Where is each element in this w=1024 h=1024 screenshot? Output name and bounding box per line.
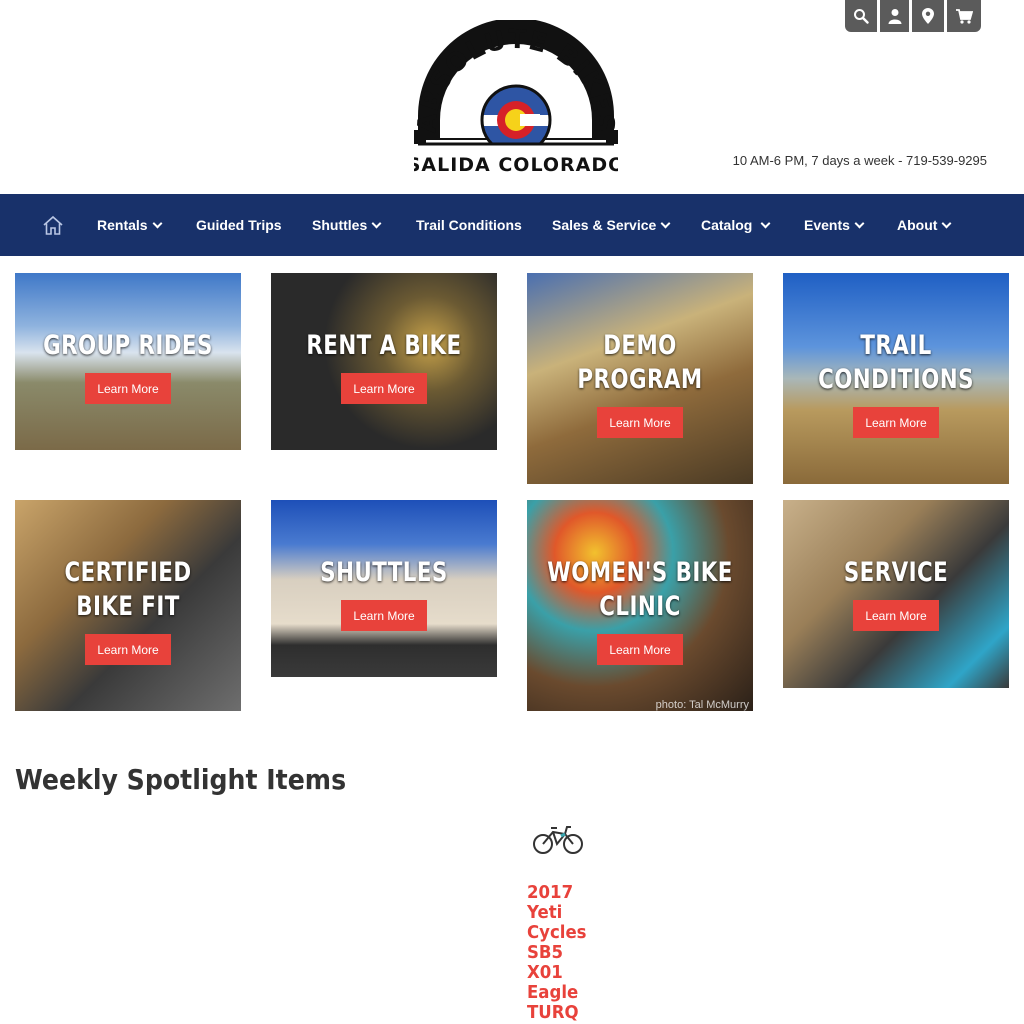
nav-label: Trail Conditions (416, 217, 522, 233)
chevron-down-icon (941, 218, 952, 228)
nav-label: Shuttles (312, 217, 368, 233)
tile-womens-bike-clinic[interactable]: WOMEN'S BIKE CLINIC Learn More photo: Ta… (527, 500, 753, 711)
nav-label: Rentals (97, 217, 148, 233)
tile-title: PROGRAM (577, 364, 703, 395)
tile-title: CLINIC (599, 591, 681, 622)
nav-label: Events (804, 217, 850, 233)
nav-item-about[interactable]: About (897, 194, 952, 256)
chevron-down-icon (760, 218, 771, 228)
tile-title: BIKE FIT (76, 591, 180, 622)
nav-item-guided-trips[interactable]: Guided Trips (196, 194, 282, 256)
nav-label: Catalog (701, 217, 753, 233)
bike-product-image[interactable] (531, 822, 585, 856)
spotlight-item-link[interactable]: 2017 Yeti Cycles SB5 X01 Eagle TURQ (527, 883, 591, 1023)
spotlight-item-line: X01 (527, 962, 563, 983)
tile-title: WOMEN'S BIKE (547, 557, 733, 588)
spotlight-item-line: Eagle (527, 982, 579, 1003)
tile-title: TRAIL (860, 330, 932, 361)
tile-title: SERVICE (843, 557, 949, 588)
location-icon[interactable] (912, 0, 944, 32)
nav-item-events[interactable]: Events (804, 194, 865, 256)
chevron-down-icon (152, 218, 163, 228)
photo-credit: photo: Tal McMurry (655, 699, 749, 711)
nav-item-sales-service[interactable]: Sales & Service (552, 194, 671, 256)
nav-label: About (897, 217, 938, 233)
chevron-down-icon (660, 218, 671, 228)
tile-shuttles[interactable]: SHUTTLES Learn More (271, 500, 497, 677)
nav-item-catalog[interactable]: Catalog (701, 194, 771, 256)
nav-label: Guided Trips (196, 217, 282, 233)
chevron-down-icon (854, 218, 865, 228)
spotlight-item-line: Yeti (527, 902, 563, 923)
cart-icon[interactable] (947, 0, 981, 32)
service-photo (783, 500, 1009, 688)
nav-item-shuttles[interactable]: Shuttles (312, 194, 382, 256)
tile-demo-program[interactable]: DEMO PROGRAM Learn More (527, 273, 753, 484)
learn-more-button[interactable]: Learn More (597, 407, 683, 438)
tile-trail-conditions[interactable]: TRAIL CONDITIONS Learn More (783, 273, 1009, 484)
tile-group-rides[interactable]: GROUP RIDES Learn More (15, 273, 241, 450)
learn-more-button[interactable]: Learn More (853, 600, 939, 631)
main-nav: Rentals Guided Trips Shuttles Trail Cond… (0, 194, 1024, 256)
learn-more-button[interactable]: Learn More (85, 373, 171, 404)
spotlight-item-line: 2017 (527, 882, 574, 903)
tile-title: GROUP RIDES (43, 330, 213, 361)
nav-item-rentals[interactable]: Rentals (97, 194, 163, 256)
tile-service[interactable]: SERVICE Learn More (783, 500, 1009, 688)
tile-rent-a-bike[interactable]: RENT A BIKE Learn More (271, 273, 497, 450)
tile-title: DEMO (603, 330, 677, 361)
learn-more-button[interactable]: Learn More (597, 634, 683, 665)
search-icon[interactable] (845, 0, 877, 32)
learn-more-button[interactable]: Learn More (341, 373, 427, 404)
spotlight-heading: Weekly Spotlight Items (15, 763, 347, 796)
nav-label: Sales & Service (552, 217, 657, 233)
tile-title: SHUTTLES (320, 557, 448, 588)
chevron-down-icon (371, 218, 382, 228)
tile-certified-bike-fit[interactable]: CERTIFIED BIKE FIT Learn More (15, 500, 241, 711)
home-icon[interactable] (42, 214, 64, 236)
spotlight-item-line: Cycles (527, 922, 587, 943)
tile-title: CERTIFIED (64, 557, 192, 588)
svg-text:SALIDA COLORADO: SALIDA COLORADO (414, 154, 618, 176)
spotlight-item-line: SB5 (527, 942, 564, 963)
learn-more-button[interactable]: Learn More (341, 600, 427, 631)
account-icon[interactable] (880, 0, 909, 32)
nav-item-trail-conditions[interactable]: Trail Conditions (416, 194, 522, 256)
tile-title: CONDITIONS (818, 364, 974, 395)
utility-bar (845, 0, 981, 32)
store-hours-phone: 10 AM-6 PM, 7 days a week - 719-539-9295 (732, 153, 987, 168)
spotlight-item-line: TURQ (527, 1002, 579, 1023)
tile-title: RENT A BIKE (306, 330, 462, 361)
learn-more-button[interactable]: Learn More (853, 407, 939, 438)
brand-logo[interactable]: ABSOLUTE BIKES SALIDA COLORADO (407, 18, 624, 176)
learn-more-button[interactable]: Learn More (85, 634, 171, 665)
